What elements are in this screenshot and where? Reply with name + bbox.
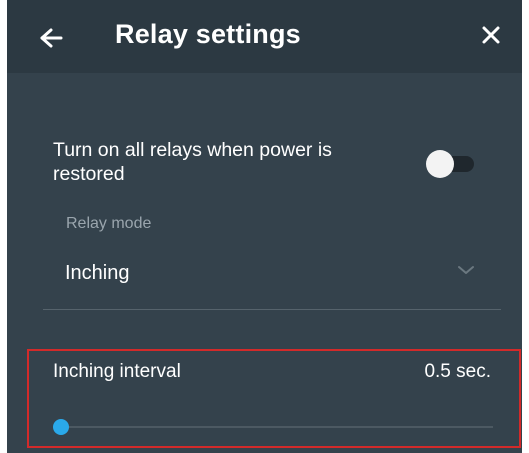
relay-mode-value: Inching xyxy=(65,262,130,284)
close-button[interactable] xyxy=(476,20,506,50)
inching-interval-label: Inching interval xyxy=(53,361,181,382)
inching-interval-value: 0.5 sec. xyxy=(424,361,491,382)
power-restore-toggle[interactable] xyxy=(426,149,474,179)
page-title: Relay settings xyxy=(115,19,301,49)
inching-interval-slider[interactable] xyxy=(53,415,493,439)
close-icon xyxy=(482,26,500,44)
inching-interval-section: Inching interval 0.5 sec. xyxy=(27,349,522,453)
slider-track xyxy=(53,426,493,428)
dropdown-underline xyxy=(43,309,501,310)
relay-settings-screen: Relay settings Turn on all relays when p… xyxy=(7,0,522,453)
back-button[interactable] xyxy=(29,20,69,56)
power-restore-row: Turn on all relays when power is restore… xyxy=(7,118,522,198)
relay-mode-dropdown[interactable]: Inching xyxy=(43,250,501,310)
chevron-down-icon xyxy=(458,266,474,274)
arrow-left-icon xyxy=(40,28,63,48)
power-restore-label: Turn on all relays when power is restore… xyxy=(53,139,332,185)
app-header: Relay settings xyxy=(7,0,522,73)
toggle-thumb xyxy=(426,150,454,178)
relay-mode-caption: Relay mode xyxy=(66,215,152,232)
slider-thumb[interactable] xyxy=(53,419,69,435)
